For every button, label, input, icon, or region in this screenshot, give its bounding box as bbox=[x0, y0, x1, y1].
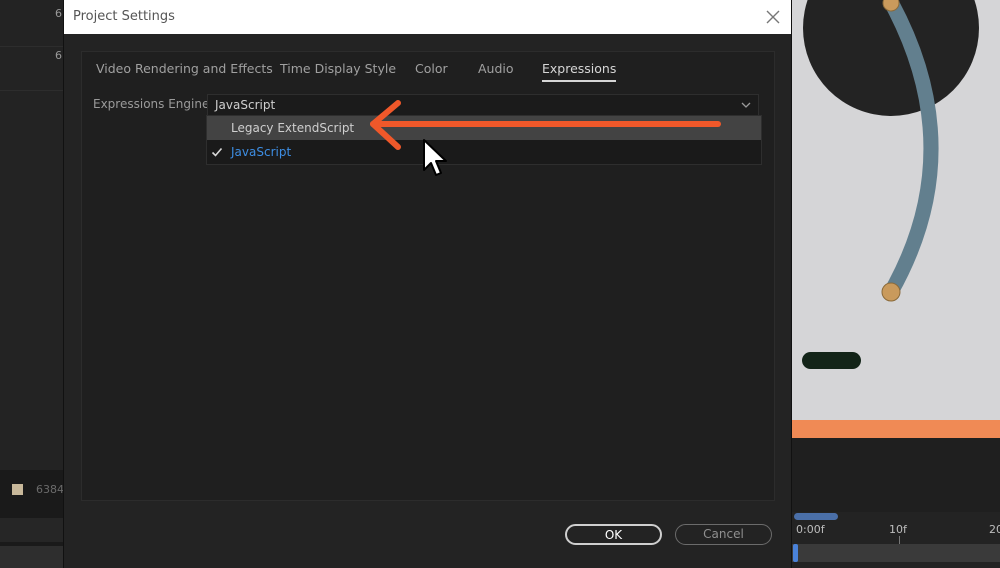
option-label: Legacy ExtendScript bbox=[231, 121, 355, 135]
work-area-bar[interactable] bbox=[794, 513, 838, 520]
expressions-engine-select[interactable]: JavaScript bbox=[207, 94, 759, 116]
tab-expressions[interactable]: Expressions bbox=[542, 61, 617, 82]
orange-shape-bar bbox=[791, 420, 1000, 438]
checkmark-icon bbox=[211, 147, 223, 157]
close-icon[interactable] bbox=[763, 7, 783, 27]
layer-number: 6 bbox=[55, 7, 62, 20]
panel-divider bbox=[0, 90, 64, 91]
tab-video-rendering-and-effects[interactable]: Video Rendering and Effects bbox=[96, 61, 273, 80]
timeline-track[interactable] bbox=[791, 544, 1000, 562]
project-settings-dialog: Project Settings Video Rendering and Eff… bbox=[64, 0, 791, 568]
expressions-engine-label: Expressions Engine: bbox=[93, 97, 214, 111]
option-legacy-extendscript[interactable]: Legacy ExtendScript bbox=[207, 116, 761, 140]
chevron-down-icon bbox=[741, 102, 751, 108]
tab-audio[interactable]: Audio bbox=[478, 61, 514, 80]
composition-preview-graphic bbox=[802, 0, 979, 369]
tab-time-display-style[interactable]: Time Display Style bbox=[280, 61, 396, 80]
option-label: JavaScript bbox=[231, 145, 292, 159]
dialog-title: Project Settings bbox=[73, 9, 175, 24]
layer-id: 6384 bbox=[36, 483, 64, 496]
timeline-bar bbox=[0, 518, 64, 542]
timeline-label: 0:00f bbox=[796, 523, 825, 536]
option-javascript[interactable]: JavaScript bbox=[207, 140, 761, 164]
expressions-engine-dropdown: Legacy ExtendScript JavaScript bbox=[206, 115, 762, 165]
settings-panel: Video Rendering and Effects Time Display… bbox=[81, 51, 775, 501]
expressions-engine-value: JavaScript bbox=[215, 98, 276, 112]
playhead-handle[interactable] bbox=[793, 544, 798, 562]
anchor-point-icon bbox=[882, 0, 900, 12]
ok-button[interactable]: OK bbox=[565, 524, 662, 545]
dialog-titlebar: Project Settings bbox=[64, 0, 791, 34]
cancel-button[interactable]: Cancel bbox=[675, 524, 772, 545]
tab-color[interactable]: Color bbox=[415, 61, 448, 80]
timeline-label: 20 bbox=[989, 523, 1000, 536]
timeline-tick bbox=[899, 536, 900, 544]
panel-divider bbox=[0, 46, 64, 47]
timeline-bar bbox=[0, 546, 64, 568]
anchor-point-icon bbox=[881, 282, 901, 302]
layer-color-swatch[interactable] bbox=[12, 484, 23, 495]
timeline-label: 10f bbox=[889, 523, 907, 536]
dark-pill-shape bbox=[802, 352, 861, 369]
layer-number: 6 bbox=[55, 49, 62, 62]
